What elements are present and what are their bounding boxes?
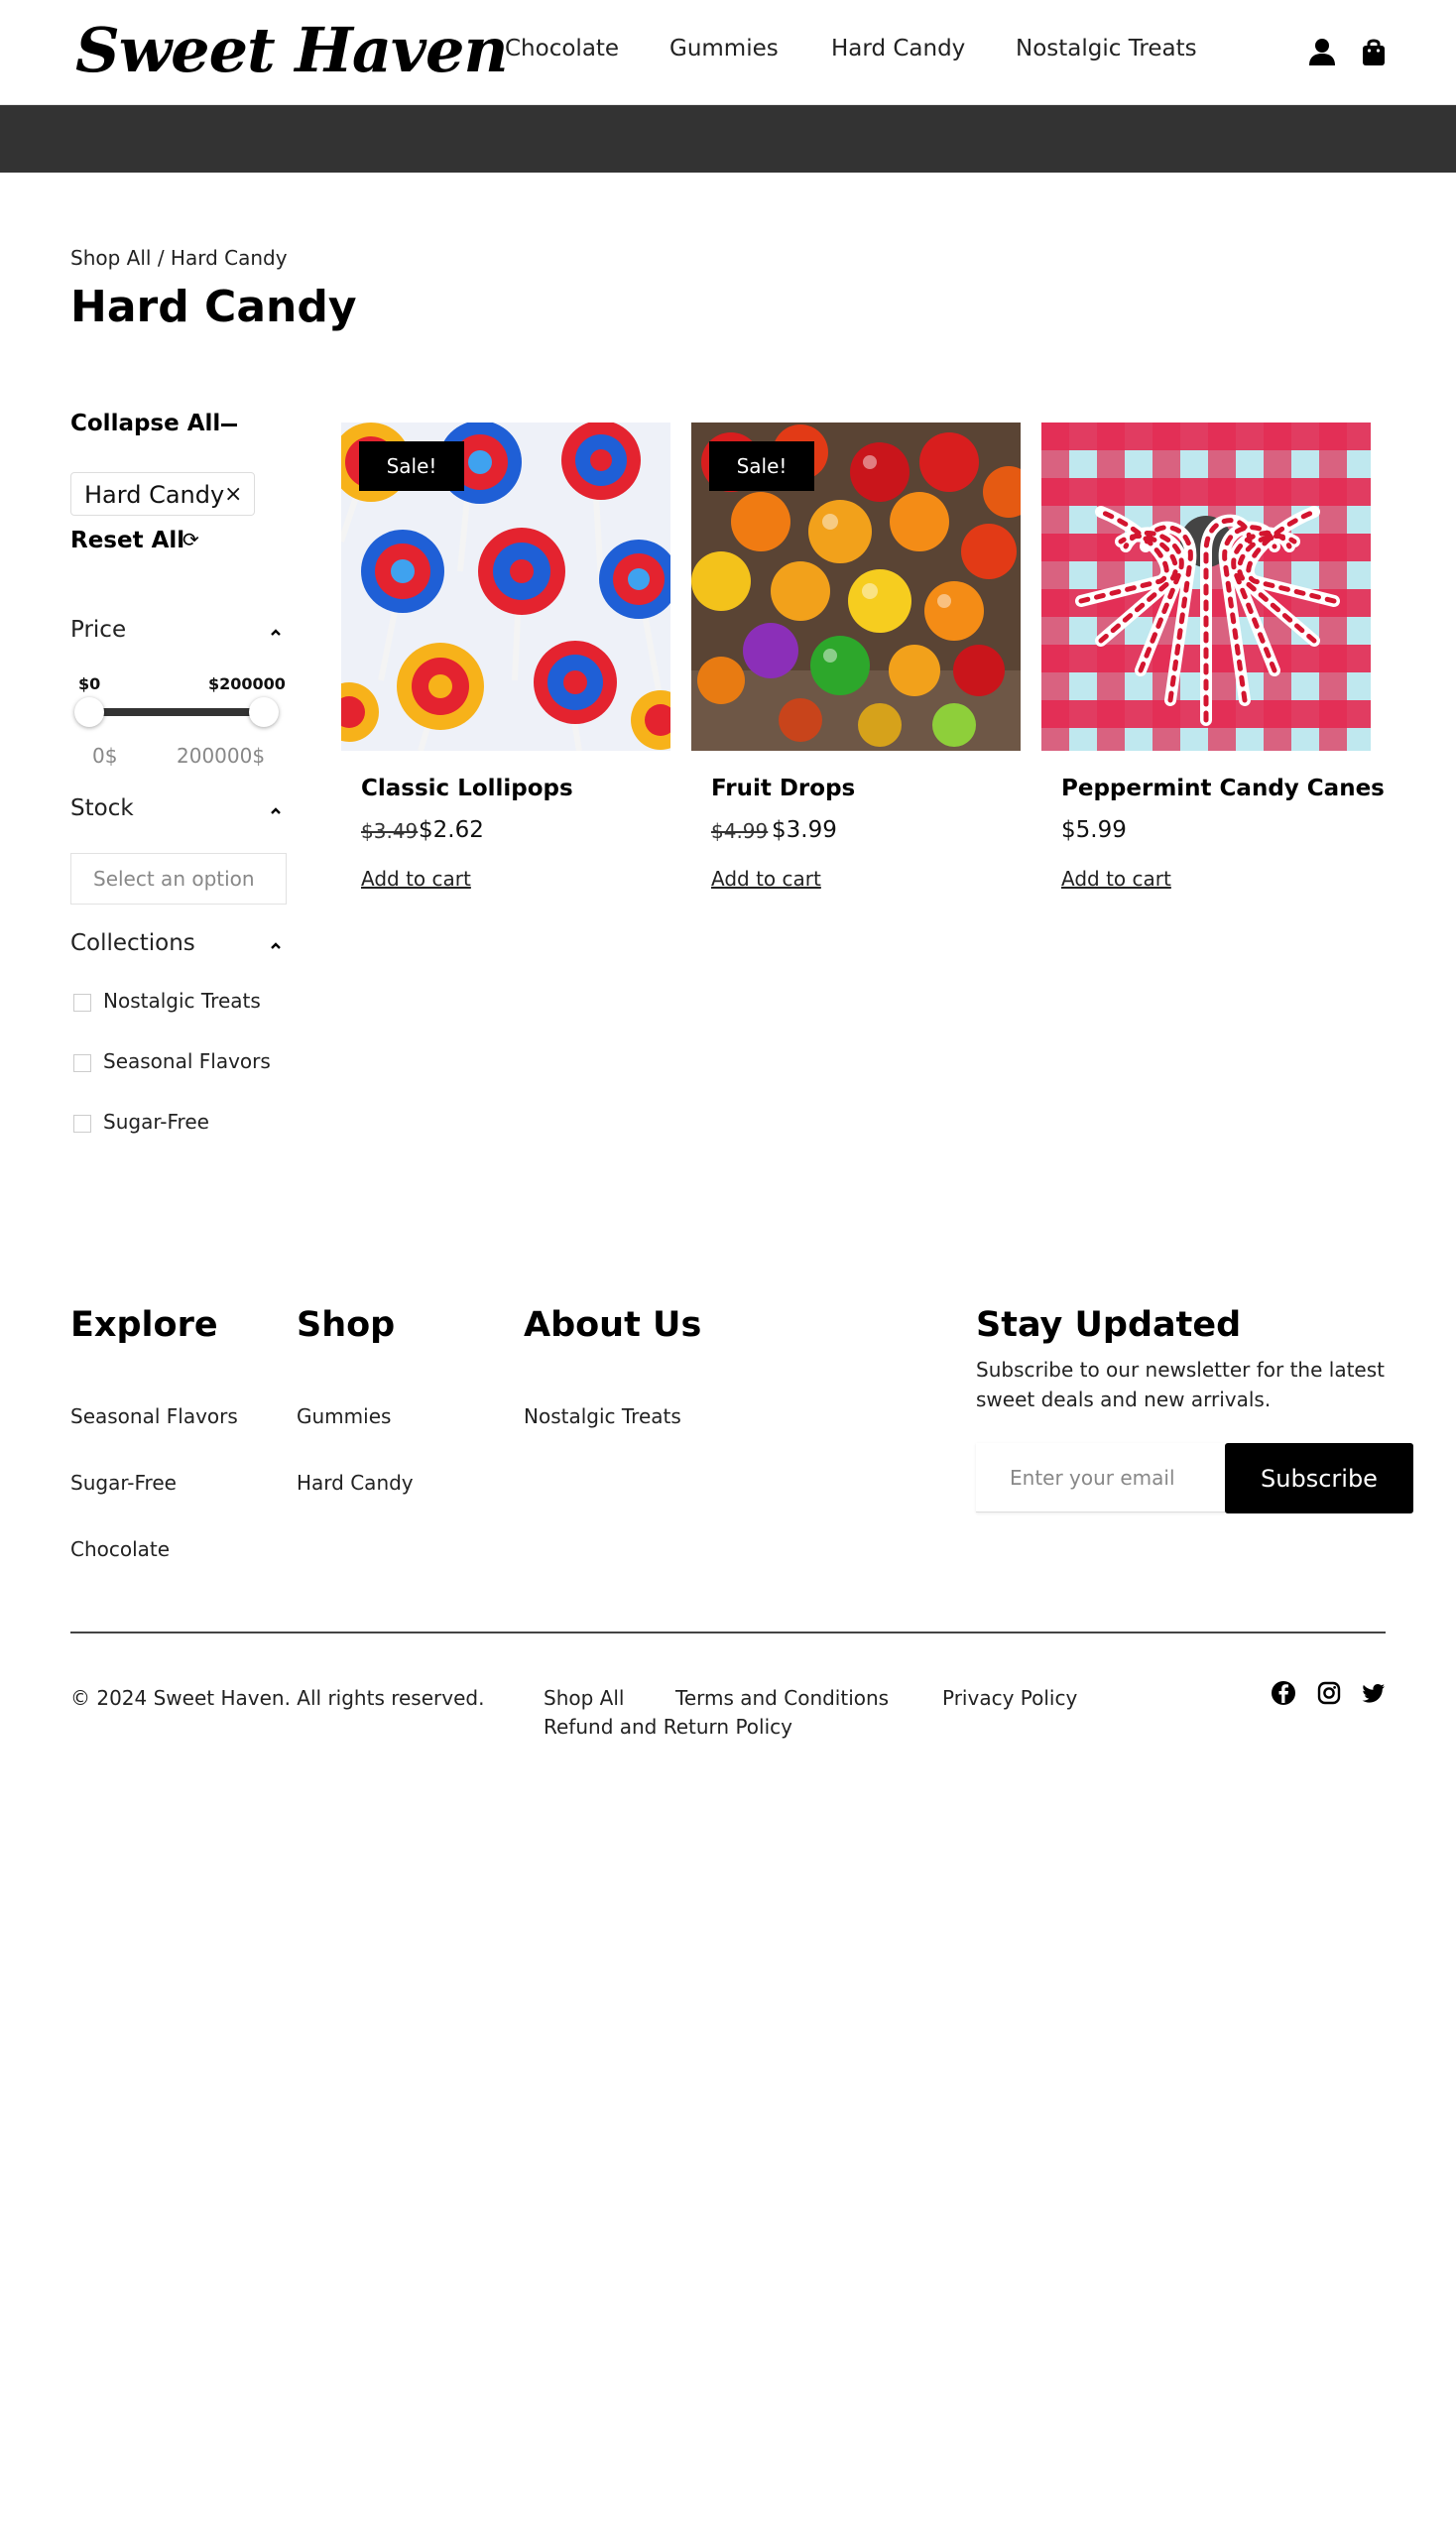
checkbox-label: Sugar-Free	[103, 1110, 209, 1134]
footer-link-hard-candy[interactable]: Hard Candy	[297, 1471, 414, 1495]
product-price: $5.99	[1061, 817, 1127, 843]
price-slider-min-handle[interactable]	[74, 697, 104, 727]
sale-price: $2.62	[419, 817, 484, 843]
stock-filter-heading[interactable]: Stock	[70, 795, 134, 821]
product-name[interactable]: Peppermint Candy Canes	[1061, 776, 1385, 801]
twitter-icon[interactable]	[1361, 1680, 1387, 1706]
nav-link-gummies[interactable]: Gummies	[669, 36, 779, 61]
site-header: Sweet Haven Chocolate Gummies Hard Candy…	[0, 0, 1456, 105]
nav-link-nostalgic-treats[interactable]: Nostalgic Treats	[1016, 36, 1197, 61]
refresh-icon[interactable]: ⟳	[182, 528, 199, 551]
price-range-max-text: 200000$	[177, 744, 266, 768]
sale-badge: Sale!	[709, 441, 814, 491]
newsletter-heading: Stay Updated	[976, 1305, 1242, 1345]
legal-link-shop-all[interactable]: Shop All	[544, 1686, 624, 1710]
footer-divider	[70, 1632, 1386, 1633]
active-filter-chip[interactable]: Hard Candy ×	[70, 472, 255, 516]
footer-link-seasonal-flavors[interactable]: Seasonal Flavors	[70, 1404, 238, 1428]
copyright-text: © 2024 Sweet Haven. All rights reserved.	[70, 1686, 485, 1710]
collapse-all-button[interactable]: Collapse All	[70, 411, 220, 436]
subscribe-button[interactable]: Subscribe	[1225, 1443, 1413, 1513]
stock-select[interactable]: Select an option	[70, 853, 287, 905]
chevron-up-icon[interactable]	[270, 805, 282, 817]
original-price: $4.99	[711, 819, 769, 843]
sale-price: $3.99	[772, 817, 837, 843]
checkbox[interactable]	[73, 1115, 91, 1133]
page-title: Hard Candy	[70, 282, 357, 332]
facebook-icon[interactable]	[1271, 1680, 1296, 1706]
nav-link-chocolate[interactable]: Chocolate	[505, 36, 619, 61]
minus-icon[interactable]	[221, 423, 237, 426]
instagram-icon[interactable]	[1316, 1680, 1342, 1706]
newsletter-description: Subscribe to our newsletter for the late…	[976, 1358, 1385, 1411]
close-icon[interactable]: ×	[224, 482, 242, 507]
checkbox[interactable]	[73, 1054, 91, 1072]
reset-all-button[interactable]: Reset All	[70, 528, 184, 553]
stock-select-placeholder: Select an option	[93, 867, 255, 891]
legal-link-terms[interactable]: Terms and Conditions	[675, 1686, 889, 1710]
footer-heading-shop: Shop	[297, 1305, 396, 1345]
add-to-cart-link[interactable]: Add to cart	[361, 867, 471, 891]
original-price: $3.49	[361, 819, 419, 843]
price-min-label: $0	[78, 674, 101, 693]
legal-link-refund[interactable]: Refund and Return Policy	[544, 1715, 792, 1739]
main-nav: Chocolate Gummies Hard Candy Nostalgic T…	[0, 36, 1456, 65]
collections-filter-heading[interactable]: Collections	[70, 930, 195, 956]
candy-canes-illustration	[1041, 423, 1371, 751]
price-filter-heading[interactable]: Price	[70, 617, 126, 643]
footer-link-sugar-free[interactable]: Sugar-Free	[70, 1471, 177, 1495]
footer-heading-explore: Explore	[70, 1305, 218, 1345]
footer-link-gummies[interactable]: Gummies	[297, 1404, 391, 1428]
shopping-bag-icon[interactable]	[1358, 36, 1390, 67]
newsletter-email-input[interactable]	[976, 1443, 1226, 1512]
sale-badge: Sale!	[359, 441, 464, 491]
footer-link-chocolate[interactable]: Chocolate	[70, 1537, 170, 1561]
chevron-up-icon[interactable]	[270, 940, 282, 952]
price-range-min-text: 0$	[92, 744, 118, 768]
breadcrumb[interactable]: Shop All / Hard Candy	[70, 246, 288, 270]
footer-heading-about: About Us	[524, 1305, 702, 1345]
footer-link-nostalgic-treats[interactable]: Nostalgic Treats	[524, 1404, 681, 1428]
add-to-cart-link[interactable]: Add to cart	[1061, 867, 1171, 891]
price-slider-track[interactable]	[89, 708, 264, 716]
product-image-candy-canes[interactable]	[1041, 423, 1371, 751]
checkbox[interactable]	[73, 994, 91, 1012]
product-name[interactable]: Classic Lollipops	[361, 776, 573, 801]
price-slider-max-handle[interactable]	[249, 697, 279, 727]
active-filter-label: Hard Candy	[84, 481, 225, 509]
checkbox-label: Seasonal Flavors	[103, 1049, 271, 1073]
legal-link-privacy[interactable]: Privacy Policy	[942, 1686, 1077, 1710]
chevron-up-icon[interactable]	[270, 627, 282, 639]
price-max-label: $200000	[208, 674, 286, 693]
product-name[interactable]: Fruit Drops	[711, 776, 855, 801]
nav-link-hard-candy[interactable]: Hard Candy	[831, 36, 965, 61]
add-to-cart-link[interactable]: Add to cart	[711, 867, 821, 891]
user-icon[interactable]	[1306, 36, 1338, 67]
announcement-banner	[0, 105, 1456, 173]
checkbox-label: Nostalgic Treats	[103, 989, 261, 1013]
